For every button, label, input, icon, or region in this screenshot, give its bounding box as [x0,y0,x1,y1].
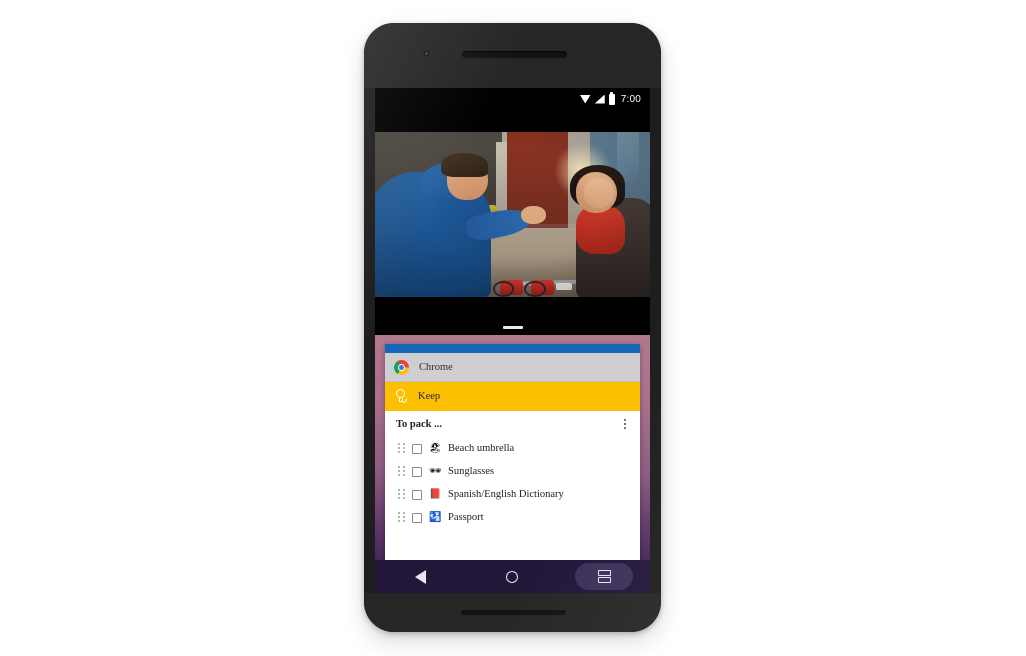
todo-item-emoji: 🕶 [429,465,442,477]
home-circle-icon [506,570,519,583]
phone-screen: 7:00 Chrome Keep To pack ... 🏖 Beach umb… [375,88,650,593]
bottom-speaker [461,610,566,615]
video-pane[interactable] [375,110,650,319]
todo-checkbox[interactable] [412,443,422,454]
todo-item-row[interactable]: 🕶 Sunglasses [385,460,640,483]
video-scene [375,132,650,297]
chrome-toolbar-strip [385,344,640,353]
todo-checkbox[interactable] [412,466,422,477]
app-row-keep[interactable]: Keep [385,382,640,411]
chrome-logo-icon [394,359,409,375]
note-header: To pack ... [385,411,640,437]
split-screen-divider[interactable] [375,319,650,335]
bulb-glass [396,389,405,398]
phone-bottom-bezel [364,593,661,632]
front-camera-icon [423,50,430,57]
todo-checkbox[interactable] [412,489,422,500]
app-row-chrome[interactable]: Chrome [385,353,640,382]
app-row-chrome-label: Chrome [419,361,453,373]
back-button[interactable] [392,563,450,590]
dot [624,427,626,429]
dot [624,419,626,421]
wifi-icon [579,94,591,104]
video-still-image[interactable] [375,132,650,297]
todo-item-label: Beach umbrella [448,443,515,454]
split-screen-divider-handle[interactable] [502,325,523,329]
bulb-tail [403,399,407,403]
todo-checkbox[interactable] [412,512,422,523]
todo-item-label: Sunglasses [448,466,495,477]
home-button[interactable] [483,563,541,590]
keep-app-pane: Chrome Keep To pack ... 🏖 Beach umbrella… [375,335,650,593]
drag-handle-icon[interactable] [398,512,405,523]
camera-lens [425,52,428,55]
dot [624,423,626,425]
bulb-base [398,398,403,402]
navigation-bar [375,560,650,593]
signal-icon [594,94,605,104]
note-title: To pack ... [396,418,443,430]
drag-handle-icon[interactable] [398,443,405,454]
todo-item-emoji: 🏖 [429,442,442,454]
todo-item-row[interactable]: 🏖 Beach umbrella [385,437,640,460]
drag-handle-icon[interactable] [398,489,405,500]
keep-bulb-icon [394,389,408,404]
battery-icon [608,91,615,105]
todo-item-emoji: 📕 [429,488,442,500]
phone-top-bezel [364,23,661,88]
todo-item-label: Passport [448,512,484,523]
back-triangle-icon [415,569,427,584]
earpiece-speaker [462,51,567,58]
android-phone-device: 7:00 Chrome Keep To pack ... 🏖 Beach umb… [364,23,661,632]
todo-item-row[interactable]: 📕 Spanish/English Dictionary [385,483,640,506]
app-row-keep-label: Keep [418,391,441,402]
todo-item-row[interactable]: 🛂 Passport [385,506,640,529]
split-screen-icon [597,570,611,583]
recents-split-screen-button[interactable] [575,563,634,590]
more-options-icon[interactable] [618,416,632,432]
status-bar: 7:00 [375,88,650,110]
status-bar-clock: 7:00 [620,93,641,105]
todo-item-emoji: 🛂 [429,511,442,523]
scene-vignette [375,132,650,297]
todo-item-label: Spanish/English Dictionary [448,489,564,500]
app-card: Chrome Keep To pack ... 🏖 Beach umbrella… [385,344,640,593]
drag-handle-icon[interactable] [398,466,405,477]
